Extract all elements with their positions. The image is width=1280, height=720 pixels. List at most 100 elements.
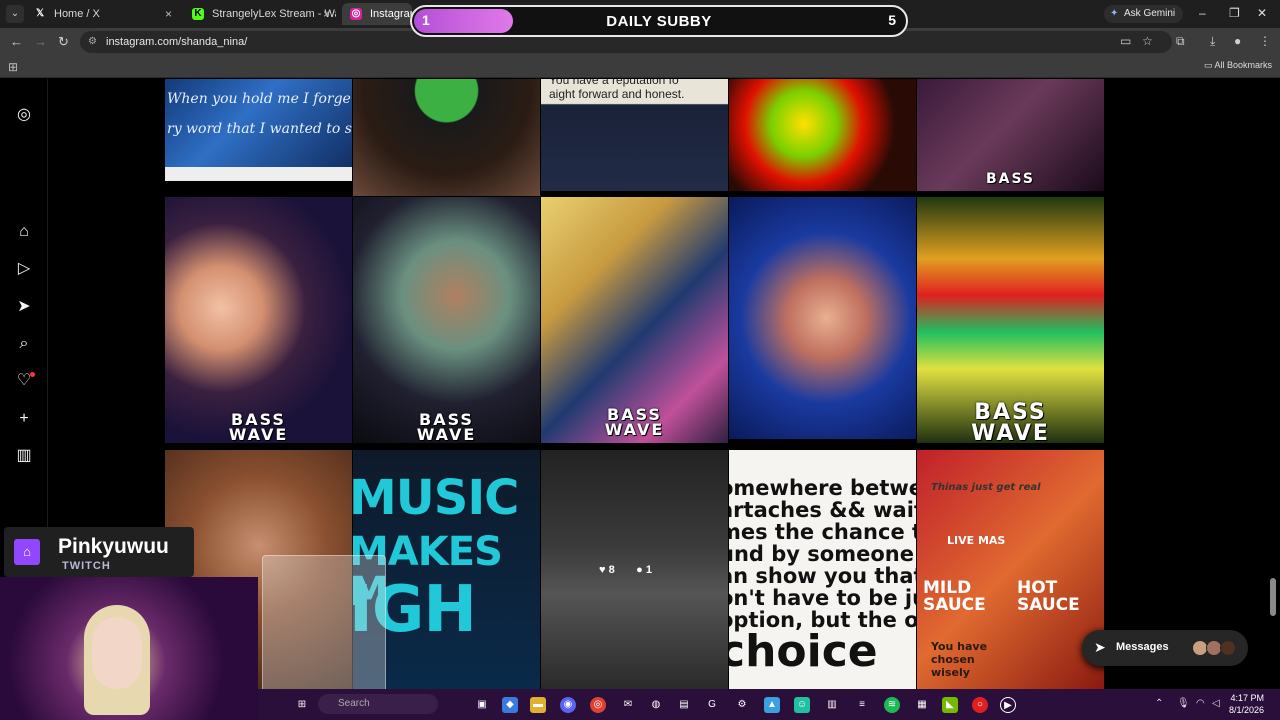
post-tile[interactable]: [729, 79, 916, 191]
post-tile[interactable]: [729, 197, 916, 439]
close-tab-icon[interactable]: ×: [165, 3, 172, 25]
sauce-text: Thinas just get real: [931, 482, 1041, 493]
post-text-line: ry word that I wanted to s: [167, 121, 352, 137]
music-word: MUSIC: [353, 470, 519, 526]
create-icon[interactable]: +: [14, 409, 34, 429]
post-tile[interactable]: You have a reputation fo aight forward a…: [541, 79, 728, 191]
taskbar-search[interactable]: Search: [318, 694, 438, 714]
apps-grid-icon[interactable]: ⊞: [8, 60, 18, 74]
clock-time: 4:17 PM: [1230, 693, 1264, 703]
close-tab-icon[interactable]: ×: [323, 3, 330, 25]
task-view-icon[interactable]: ▣: [474, 697, 490, 713]
post-tile-hovered[interactable]: ♥ 8 ● 1: [541, 450, 728, 689]
quote-line: mes the chance to: [729, 520, 916, 544]
reload-icon[interactable]: ↻: [58, 34, 69, 50]
post-tile[interactable]: BASS WAVE: [541, 197, 728, 443]
reels-icon[interactable]: ▷: [14, 259, 34, 279]
instagram-logo-icon[interactable]: ◎: [14, 105, 34, 125]
file-explorer-icon[interactable]: ▬: [530, 697, 546, 713]
discord-icon[interactable]: ◉: [560, 697, 576, 713]
app-icon[interactable]: G: [704, 697, 720, 713]
x-logo-icon: 𝕏: [35, 8, 45, 19]
kick-logo-icon: K: [192, 8, 204, 20]
system-clock[interactable]: 4:17 PM 8/1/2026: [1218, 692, 1264, 716]
nvidia-icon[interactable]: ◣: [942, 697, 958, 713]
app-icon[interactable]: ▦: [914, 697, 930, 713]
streamer-username: Pinkyuwuu: [58, 535, 169, 558]
bookmarks-bar: ⊞ ▭ All Bookmarks: [0, 56, 1280, 78]
play-icon[interactable]: ▶: [1000, 697, 1016, 713]
menu-kebab-icon[interactable]: ⋮: [1259, 34, 1271, 48]
spotify-icon[interactable]: ≋: [884, 697, 900, 713]
wave-caption: WAVE: [971, 420, 1050, 443]
app-icon[interactable]: ▲: [764, 697, 780, 713]
quote-line: on't have to be jus: [729, 586, 916, 610]
send-icon: ➤: [1094, 639, 1106, 655]
home-icon[interactable]: ⌂: [14, 222, 34, 242]
post-tile[interactable]: BASS WAVE: [353, 197, 540, 443]
instagram-logo-icon: ◎: [350, 8, 362, 20]
tab-label: Home / X: [54, 8, 100, 20]
start-icon[interactable]: ⊞: [294, 697, 310, 713]
sauce-text: LIVE MAS: [947, 534, 1006, 547]
copilot-icon[interactable]: ◆: [502, 697, 518, 713]
extensions-icon[interactable]: ⧉: [1176, 34, 1185, 49]
site-info-icon[interactable]: ⚙: [88, 31, 97, 53]
download-icon[interactable]: ⤓: [1210, 34, 1215, 49]
close-window-icon[interactable]: ✕: [1257, 6, 1267, 20]
post-tile[interactable]: omewhere between artaches && waiti mes t…: [729, 450, 916, 689]
avatar: [1220, 640, 1236, 656]
all-bookmarks-button[interactable]: ▭ All Bookmarks: [1204, 60, 1272, 71]
app-icon[interactable]: ▥: [824, 697, 840, 713]
wifi-icon[interactable]: ◠: [1196, 698, 1205, 709]
quote-line: artaches && waiti: [729, 498, 916, 522]
page-scrollbar[interactable]: [1270, 578, 1276, 616]
gemini-sparkle-icon: ✦: [1110, 8, 1119, 19]
quote-choice-word: choice: [729, 626, 878, 677]
daily-subby-goal-bar: 1 DAILY SUBBY 5: [410, 5, 908, 37]
messages-button[interactable]: ➤ Messages: [1082, 630, 1248, 666]
post-tile[interactable]: BASS: [917, 79, 1104, 191]
post-text-line: aight forward and honest.: [549, 87, 685, 101]
ask-gemini-button[interactable]: ✦ Ask Gemini: [1104, 5, 1184, 23]
profile-icon[interactable]: ●: [1234, 34, 1241, 48]
tab-x-home[interactable]: 𝕏 Home / X ×: [26, 3, 178, 25]
back-icon[interactable]: ←: [10, 34, 23, 49]
minimize-icon[interactable]: –: [1199, 6, 1206, 20]
mild-sauce-label: MILD SAUCE: [923, 578, 986, 615]
app-icon[interactable]: ☺: [794, 697, 810, 713]
search-icon[interactable]: ⌕: [14, 334, 34, 354]
windows-taskbar: ⊞ Search ▣ ◆ ▬ ◉ ◎ ✉ ◍ ▤ G ⚙ ▲ ☺ ▥ ≡ ≋ ▦…: [258, 689, 1280, 720]
microphone-icon[interactable]: 🎙︎: [1177, 698, 1190, 709]
notifications-heart-icon[interactable]: ♡: [14, 371, 35, 391]
hot-sauce-label: HOT SAUCE: [1017, 578, 1080, 615]
tab-label: Instagram: [370, 8, 412, 20]
photo-border: [165, 167, 352, 181]
restore-icon[interactable]: ❐: [1229, 6, 1240, 20]
post-tile[interactable]: [353, 79, 540, 196]
steam-icon[interactable]: ⚙: [734, 697, 750, 713]
app-icon[interactable]: ○: [972, 697, 988, 713]
wave-caption: WAVE: [228, 425, 289, 443]
chrome-icon[interactable]: ◎: [590, 697, 606, 713]
tab-label: StrangelyLex Stream - Watch Li: [212, 8, 336, 20]
forward-icon[interactable]: →: [34, 34, 47, 49]
subby-title: DAILY SUBBY: [606, 13, 712, 30]
app-icon[interactable]: ▤: [676, 697, 692, 713]
post-tile[interactable]: When you hold me I forge ry word that I …: [165, 79, 352, 181]
insights-icon[interactable]: ▥: [14, 446, 34, 466]
cast-icon[interactable]: ▭: [1120, 34, 1131, 48]
tab-kick-stream[interactable]: K StrangelyLex Stream - Watch Li ×: [184, 3, 336, 25]
post-tile[interactable]: BASS WAVE: [165, 197, 352, 443]
post-tile[interactable]: Thinas just get real LIVE MAS MILD SAUCE…: [917, 450, 1104, 689]
tray-chevron-icon[interactable]: ⌃: [1155, 698, 1163, 709]
bookmark-star-icon[interactable]: ☆: [1142, 34, 1153, 48]
wave-caption: WAVE: [604, 420, 665, 440]
app-icon[interactable]: ≡: [854, 697, 870, 713]
send-icon[interactable]: ➤: [14, 297, 34, 317]
post-tile[interactable]: BASS WAVE: [917, 197, 1104, 443]
mail-icon[interactable]: ✉: [620, 697, 636, 713]
tab-instagram[interactable]: ◎ Instagram: [342, 3, 412, 25]
obs-icon[interactable]: ◍: [648, 697, 664, 713]
tab-search-menu-icon[interactable]: ⌄: [6, 5, 24, 23]
